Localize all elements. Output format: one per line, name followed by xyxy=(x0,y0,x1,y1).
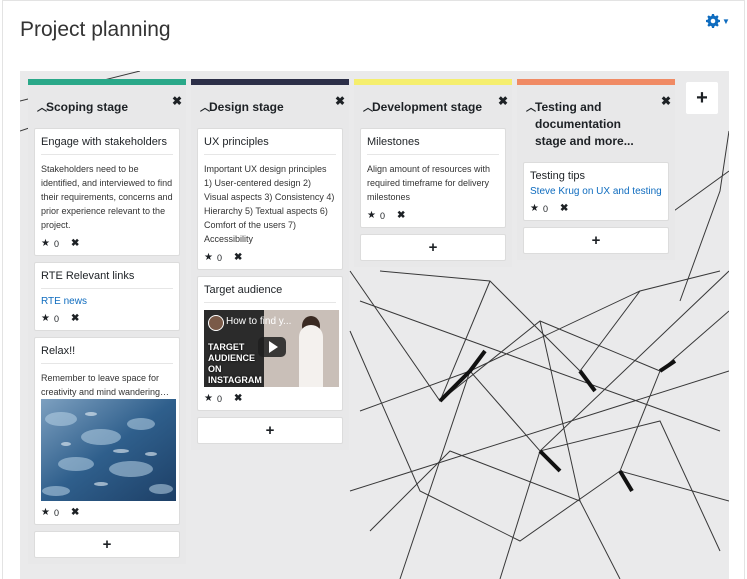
card[interactable]: Target audience How to find y... TARGET … xyxy=(197,276,343,411)
card-footer: ★ 0 ✖ xyxy=(41,313,173,324)
delete-icon[interactable]: ✖ xyxy=(234,393,242,404)
star-icon[interactable]: ★ xyxy=(367,210,376,221)
card[interactable]: Engage with stakeholders Stakeholders ne… xyxy=(34,128,180,256)
add-card-button[interactable]: + xyxy=(197,417,343,444)
collapse-icon[interactable]: ︿ xyxy=(200,100,210,117)
card-footer: ★ 0 ✖ xyxy=(530,203,662,214)
video-title: How to find y... xyxy=(226,316,292,327)
close-icon[interactable]: ✖ xyxy=(172,93,182,110)
delete-icon[interactable]: ✖ xyxy=(71,238,79,249)
card-link[interactable]: Steve Krug on UX and testing xyxy=(530,186,662,197)
collapse-icon[interactable]: ︿ xyxy=(37,100,47,117)
column-title: Development stage xyxy=(372,100,483,114)
column-title: Testing and documentation stage and more… xyxy=(535,100,634,148)
play-icon[interactable] xyxy=(258,337,286,357)
add-card-button[interactable]: + xyxy=(523,227,669,254)
add-card-button[interactable]: + xyxy=(360,234,506,261)
video-thumbnail[interactable]: How to find y... TARGET AUDIENCE ON INST… xyxy=(204,310,339,387)
card-footer: ★ 0 ✖ xyxy=(204,252,336,263)
card-footer: ★ 0 ✖ xyxy=(41,507,173,518)
star-icon[interactable]: ★ xyxy=(41,507,50,518)
presenter xyxy=(299,325,323,387)
close-icon[interactable]: ✖ xyxy=(335,93,345,110)
column-header: ︿ Scoping stage ✖ xyxy=(34,85,182,122)
card-description: Align amount of resources with required … xyxy=(367,164,491,202)
kanban-board: ︿ Scoping stage ✖ Engage with stakeholde… xyxy=(20,71,729,579)
column-design-stage: ︿ Design stage ✖ UX principles Important… xyxy=(191,79,349,450)
rating-count: 0 xyxy=(53,507,59,518)
rating-count: 0 xyxy=(216,393,222,404)
chevron-down-icon: ▼ xyxy=(722,16,730,26)
card-title: Relax!! xyxy=(41,345,173,364)
column-testing-stage: ︿ Testing and documentation stage and mo… xyxy=(517,79,675,260)
card-title: Milestones xyxy=(367,136,499,155)
star-icon[interactable]: ★ xyxy=(41,238,50,249)
settings-menu[interactable]: ▼ xyxy=(706,14,730,28)
card-title: Testing tips xyxy=(530,170,586,182)
card-title: Engage with stakeholders xyxy=(41,136,173,155)
card-description: Stakeholders need to be identified, and … xyxy=(41,164,173,230)
card[interactable]: Milestones Align amount of resources wit… xyxy=(360,128,506,228)
delete-icon[interactable]: ✖ xyxy=(71,313,79,324)
rating-count: 0 xyxy=(542,203,548,214)
card-link[interactable]: RTE news xyxy=(41,296,173,307)
card-title: Target audience xyxy=(204,284,336,303)
collapse-icon[interactable]: ︿ xyxy=(363,100,373,117)
close-icon[interactable]: ✖ xyxy=(498,93,508,110)
page-title: Project planning xyxy=(20,18,171,41)
column-title: Scoping stage xyxy=(46,100,129,114)
column-title: Design stage xyxy=(209,100,284,114)
column-header: ︿ Design stage ✖ xyxy=(197,85,345,122)
card[interactable]: UX principles Important UX design princi… xyxy=(197,128,343,270)
column-header: ︿ Testing and documentation stage and mo… xyxy=(523,85,671,156)
delete-icon[interactable]: ✖ xyxy=(234,252,242,263)
gear-icon xyxy=(706,14,720,28)
star-icon[interactable]: ★ xyxy=(41,313,50,324)
card-title: UX principles xyxy=(204,136,336,155)
card[interactable]: Relax!! Remember to leave space for crea… xyxy=(34,337,180,525)
add-column-button[interactable]: + xyxy=(686,82,718,114)
card-description: Remember to leave space for creativity a… xyxy=(41,373,170,397)
collapse-icon[interactable]: ︿ xyxy=(526,100,536,117)
channel-avatar xyxy=(208,315,224,331)
card-footer: ★ 0 ✖ xyxy=(41,238,173,249)
column-scoping-stage: ︿ Scoping stage ✖ Engage with stakeholde… xyxy=(28,79,186,564)
delete-icon[interactable]: ✖ xyxy=(71,507,79,518)
rating-count: 0 xyxy=(53,313,59,324)
column-header: ︿ Development stage ✖ xyxy=(360,85,508,122)
card-footer: ★ 0 ✖ xyxy=(367,210,499,221)
column-development-stage: ︿ Development stage ✖ Milestones Align a… xyxy=(354,79,512,267)
water-photo xyxy=(41,399,176,501)
rating-count: 0 xyxy=(379,210,385,221)
delete-icon[interactable]: ✖ xyxy=(560,203,568,214)
card-description: Important UX design principles 1) User-c… xyxy=(204,164,335,244)
card[interactable]: RTE Relevant links RTE news ★ 0 ✖ xyxy=(34,262,180,331)
add-card-button[interactable]: + xyxy=(34,531,180,558)
card-footer: ★ 0 ✖ xyxy=(204,393,336,404)
close-icon[interactable]: ✖ xyxy=(661,93,671,110)
rating-count: 0 xyxy=(216,252,222,263)
star-icon[interactable]: ★ xyxy=(530,203,539,214)
card[interactable]: Testing tips Steve Krug on UX and testin… xyxy=(523,162,669,221)
card-title: RTE Relevant links xyxy=(41,270,173,289)
rating-count: 0 xyxy=(53,238,59,249)
delete-icon[interactable]: ✖ xyxy=(397,210,405,221)
star-icon[interactable]: ★ xyxy=(204,252,213,263)
star-icon[interactable]: ★ xyxy=(204,393,213,404)
